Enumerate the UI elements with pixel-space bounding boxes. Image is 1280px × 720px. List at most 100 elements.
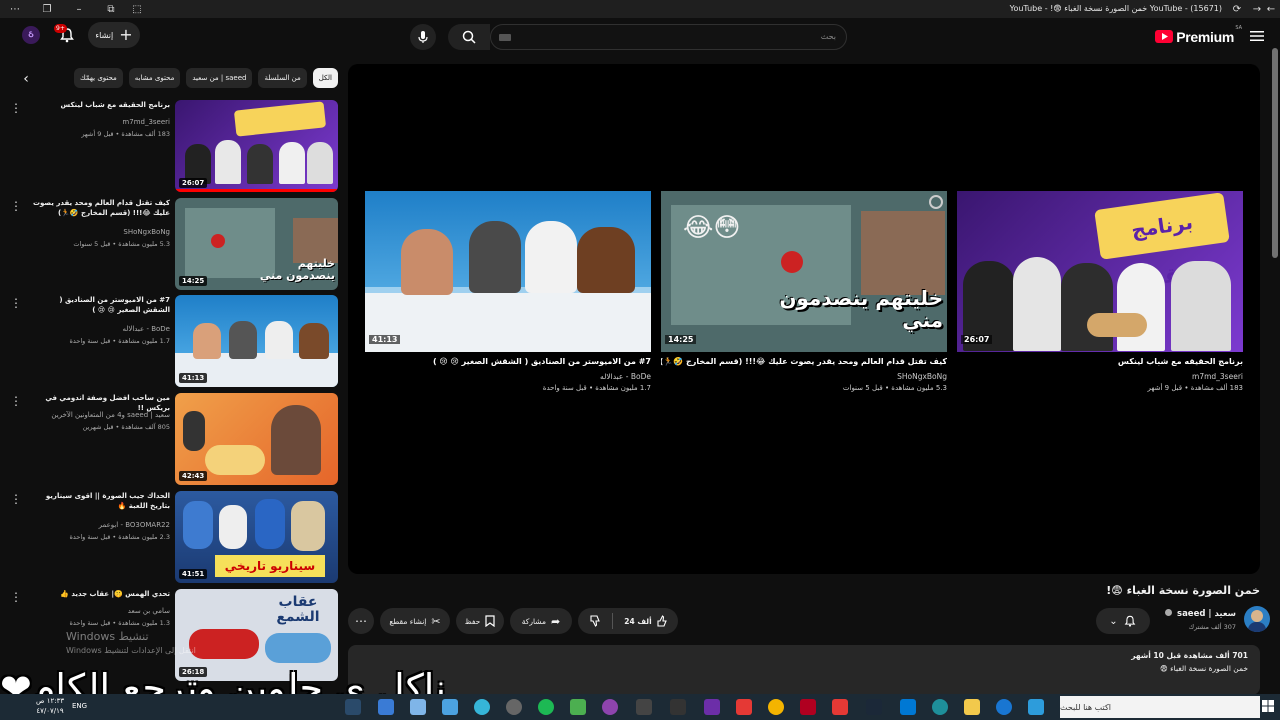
list-item[interactable]: خليتهم ينصدمون مني 14:25 كيف تقتل قدام ا… [0, 198, 340, 290]
endcard-thumbnail[interactable]: 41:13 [365, 191, 651, 352]
app-icon[interactable] [602, 699, 618, 715]
app-icon[interactable] [442, 699, 458, 715]
endcard-title[interactable]: كيف تقتل قدام العالم ومحد يقدر يصوت عليك… [661, 357, 947, 366]
chips-scroll-left-icon[interactable]: ‹ [18, 71, 34, 87]
endcard-channel[interactable]: m7md_3seeri [957, 372, 1243, 381]
list-item[interactable]: 26:07 برنامج الحقيقه مع شباب لينكس m7md_… [0, 100, 340, 192]
channel-avatar[interactable] [1244, 606, 1270, 632]
endcard-channel[interactable]: SHoNgxBoNg [661, 372, 947, 381]
endcard-video[interactable]: 41:13 #7 من الاميوستر من الصناديق ( الشق… [365, 191, 651, 397]
window-menu-icon[interactable]: ⋯ [8, 2, 22, 16]
video-title[interactable]: #7 من الاميوستر من الصناديق ( الشقش الصغ… [30, 295, 170, 315]
app-icon[interactable] [345, 699, 361, 715]
video-title[interactable]: مين ساحب افضل وصفة اندومي في بريكس !! [30, 393, 170, 413]
chrome-icon[interactable] [768, 699, 784, 715]
video-title[interactable]: برنامج الحقيقه مع شباب لينكس [30, 100, 170, 110]
thumbnail[interactable]: سيناريو تاريخي 41:51 [175, 491, 338, 583]
app-icon[interactable] [506, 699, 522, 715]
more-options-icon[interactable]: ⋮ [10, 297, 22, 309]
like-button[interactable]: 24 ألف [614, 608, 678, 634]
avatar[interactable]: ઠ [22, 26, 40, 44]
share-button[interactable]: مشاركة ➦ [510, 608, 572, 634]
endcard-title[interactable]: برنامج الحقيقه مع شباب لينكس [957, 357, 1243, 366]
file-explorer-icon[interactable] [964, 699, 980, 715]
forward-arrow-icon[interactable]: ← [1264, 2, 1278, 16]
chip-from-channel[interactable]: من سعيد | saeed [186, 68, 253, 88]
subscribed-button[interactable]: ⌄ [1096, 608, 1150, 634]
app-icon[interactable] [636, 699, 652, 715]
channel-name[interactable]: BoDe - عبدالاله [30, 325, 170, 333]
channel-name[interactable]: سعيد | saeed و4 من المتعاونين الآخرين [30, 411, 170, 419]
app-icon[interactable] [704, 699, 720, 715]
app-icon[interactable] [474, 699, 490, 715]
save-button[interactable]: حفظ [456, 608, 504, 634]
thumbnail[interactable]: 41:13 [175, 295, 338, 387]
menu-hamburger-icon[interactable] [1250, 30, 1264, 42]
list-item[interactable]: سيناريو تاريخي 41:51 الحداك جيب الصورة |… [0, 491, 340, 583]
create-button[interactable]: إنشاء + [88, 22, 140, 48]
app-icon[interactable] [378, 699, 394, 715]
thumbnail[interactable]: 26:07 [175, 100, 338, 192]
more-options-icon[interactable]: ⋮ [10, 395, 22, 407]
endcard-video[interactable]: 😂😳 خليتهم ينصدمون مني 14:25 كيف تقتل قدا… [661, 191, 947, 397]
video-title[interactable]: الحداك جيب الصورة || اقوى سيناريو بتاريخ… [30, 491, 170, 511]
app-icon[interactable] [410, 699, 426, 715]
reload-icon[interactable]: ⟳ [1230, 2, 1244, 16]
chip-for-you[interactable]: محتوى يهمّك [73, 68, 123, 88]
list-item[interactable]: 41:13 #7 من الاميوستر من الصناديق ( الشق… [0, 295, 340, 387]
taskbar-search[interactable]: اكتب هنا للبحث [1060, 696, 1260, 718]
app-icon[interactable] [1028, 699, 1044, 715]
channel-name[interactable]: سعيد | saeed [1165, 609, 1236, 619]
language-indicator[interactable]: ENG [72, 702, 87, 710]
window-fullscreen-icon[interactable]: ⧉ [104, 2, 118, 16]
more-options-icon[interactable]: ⋮ [10, 493, 22, 505]
search-button[interactable] [448, 24, 490, 50]
voice-search-button[interactable] [410, 24, 436, 50]
youtube-taskbar-icon[interactable] [832, 699, 848, 715]
search-input[interactable]: بحث [490, 24, 847, 50]
more-options-icon[interactable]: ⋮ [10, 591, 22, 603]
taskbar-clock[interactable]: ١٢:٣٣ ص ٤٧/٠٧/١٩ [36, 696, 64, 716]
back-arrow-icon[interactable]: → [1250, 2, 1264, 16]
app-icon[interactable] [570, 699, 586, 715]
endcard-video[interactable]: برنامج الحقيقة 26:07 برنامج الحقيقه مع ش… [957, 191, 1243, 397]
window-restore-icon[interactable]: ❐ [40, 2, 54, 16]
spotify-icon[interactable] [538, 699, 554, 715]
more-options-icon[interactable]: ⋮ [10, 102, 22, 114]
app-icon[interactable] [670, 699, 686, 715]
chip-series[interactable]: من السلسلة [258, 68, 307, 88]
keyboard-icon[interactable] [499, 34, 511, 41]
app-icon[interactable] [800, 699, 816, 715]
windows-start-icon[interactable] [1262, 700, 1274, 712]
video-title[interactable]: كيف تقتل قدام العالم ومحد يقدر يصوت عليك… [30, 198, 170, 218]
more-options-icon[interactable]: ⋮ [10, 200, 22, 212]
clip-button[interactable]: إنشاء مقطع ✂ [380, 608, 450, 634]
edge-icon[interactable] [932, 699, 948, 715]
channel-name[interactable]: سامي بن سعد [30, 607, 170, 615]
video-player[interactable]: 41:13 #7 من الاميوستر من الصناديق ( الشق… [348, 64, 1260, 574]
more-actions-button[interactable]: ⋯ [348, 608, 374, 634]
chip-related[interactable]: محتوى مشابه [128, 68, 181, 88]
channel-name[interactable]: SHoNgxBoNg [30, 228, 170, 236]
app-icon[interactable] [736, 699, 752, 715]
endcard-channel[interactable]: BoDe - عبدالاله [365, 372, 651, 381]
channel-name[interactable]: m7md_3seeri [30, 118, 170, 126]
extensions-icon[interactable]: ⬚ [130, 2, 144, 16]
page-scrollbar[interactable] [1270, 18, 1280, 694]
endcard-thumbnail[interactable]: 😂😳 خليتهم ينصدمون مني 14:25 [661, 191, 947, 352]
thumbnail[interactable]: 42:43 [175, 393, 338, 485]
video-title[interactable]: تحدي الهمس 🤫| عقاب جديد 👍 [30, 589, 170, 599]
steam-icon[interactable] [866, 699, 882, 715]
list-item[interactable]: 42:43 مين ساحب افضل وصفة اندومي في بريكس… [0, 393, 340, 485]
app-icon[interactable] [996, 699, 1012, 715]
outlook-icon[interactable] [900, 699, 916, 715]
endcard-thumbnail[interactable]: برنامج الحقيقة 26:07 [957, 191, 1243, 352]
endcard-title[interactable]: #7 من الاميوستر من الصناديق ( الشقش الصغ… [365, 357, 651, 366]
window-minimize-icon[interactable]: – [72, 2, 86, 16]
youtube-premium-logo[interactable]: Premium SA [1155, 25, 1242, 46]
channel-name[interactable]: BO3OMAR22 - ابوعمر [30, 521, 170, 529]
dislike-button[interactable] [578, 608, 612, 634]
thumbnail[interactable]: خليتهم ينصدمون مني 14:25 [175, 198, 338, 290]
chip-all[interactable]: الكل [312, 68, 338, 88]
scrollbar-thumb[interactable] [1272, 48, 1278, 258]
